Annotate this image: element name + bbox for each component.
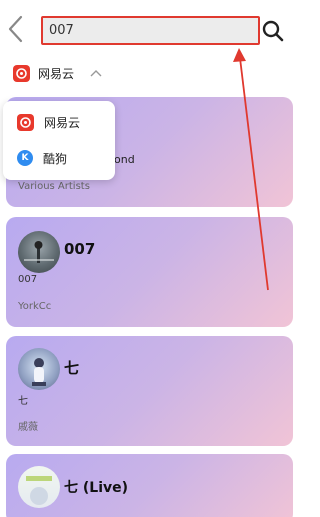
kugou-logo-icon: K	[17, 150, 33, 166]
netease-logo-icon	[17, 113, 34, 131]
dropdown-item-label: 网易云	[44, 115, 81, 130]
search-input[interactable]	[49, 23, 252, 38]
result-card[interactable]: 七 七 戚薇	[6, 336, 293, 446]
netease-logo-icon	[13, 64, 30, 82]
search-icon	[262, 20, 284, 42]
result-title: 七	[64, 359, 80, 377]
result-artist: YorkCc	[18, 301, 52, 312]
result-card[interactable]: 007 007 YorkCc	[6, 217, 293, 327]
result-title: ond	[114, 153, 135, 166]
search-field[interactable]	[41, 16, 260, 45]
source-selector[interactable]: 网易云	[13, 62, 102, 84]
result-subtitle: 七	[18, 396, 28, 407]
album-cover	[18, 348, 60, 390]
result-artist: 戚薇	[18, 422, 38, 433]
dropdown-item-kugou[interactable]: K 酷狗	[17, 147, 67, 169]
result-artist: Various Artists	[18, 181, 90, 192]
back-button[interactable]	[6, 14, 26, 44]
source-label: 网易云	[38, 66, 75, 81]
result-card[interactable]: 七 (Live)	[6, 454, 293, 517]
dropdown-item-netease[interactable]: 网易云	[17, 111, 80, 133]
source-dropdown: 网易云 K 酷狗	[3, 101, 115, 180]
chevron-up-icon	[90, 70, 102, 77]
search-button[interactable]	[262, 20, 284, 42]
dropdown-item-label: 酷狗	[43, 151, 68, 166]
album-cover	[18, 466, 60, 508]
result-title: 007	[64, 240, 96, 258]
album-cover	[18, 231, 60, 273]
result-subtitle: 007	[18, 274, 38, 285]
chevron-left-icon	[8, 15, 23, 43]
result-title: 七 (Live)	[64, 480, 129, 496]
